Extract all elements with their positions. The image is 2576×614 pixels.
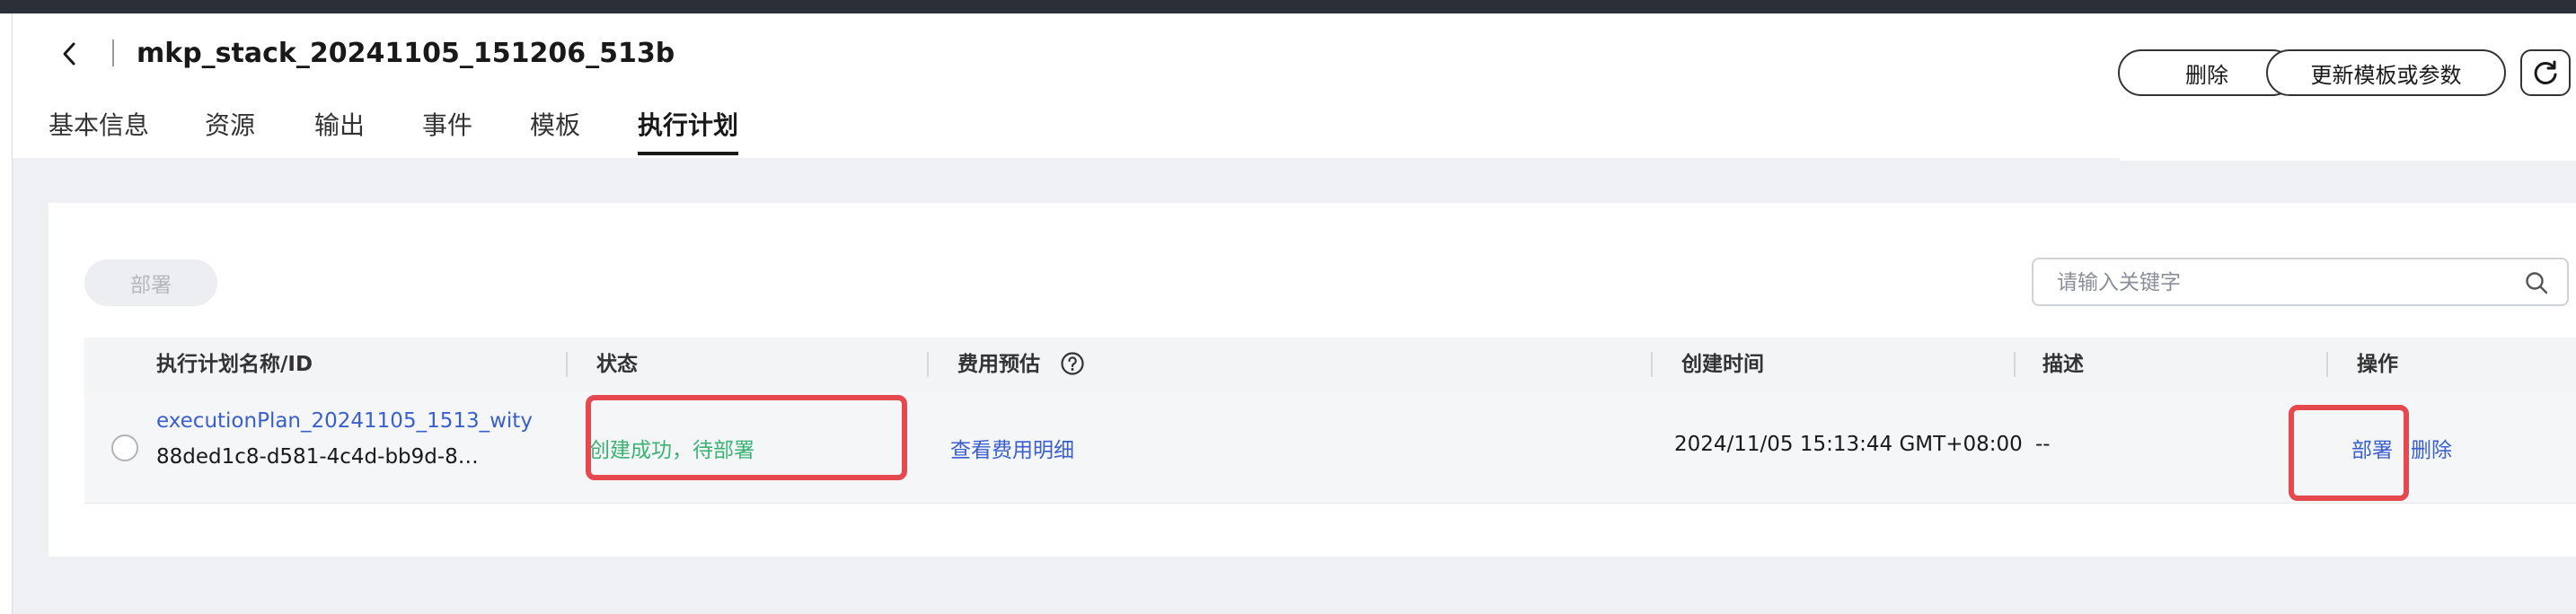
tab-events[interactable]: 事件 (422, 108, 472, 144)
header-edge (2120, 158, 2576, 161)
column-header-name: 执行计划名称/ID (156, 353, 313, 376)
deploy-button[interactable]: 部署 (84, 259, 217, 306)
column-divider (2014, 352, 2016, 377)
table-header: 执行计划名称/ID 状态 费用预估 创建时间 描述 操作 (84, 338, 2576, 391)
column-header-status: 状态 (596, 353, 638, 376)
tab-resources[interactable]: 资源 (205, 108, 255, 144)
back-button[interactable] (56, 36, 83, 72)
created-time: 2024/11/05 15:13:44 GMT+08:00 (1674, 433, 2023, 456)
column-header-actions: 操作 (2357, 353, 2398, 376)
column-header-description: 描述 (2042, 353, 2084, 376)
search-icon[interactable] (2524, 270, 2549, 295)
tab-template[interactable]: 模板 (530, 108, 580, 144)
deploy-highlight-box (2289, 405, 2409, 501)
tab-execution-plan[interactable]: 执行计划 (638, 108, 738, 144)
search-input[interactable] (2055, 259, 2508, 306)
row-delete-link[interactable]: 删除 (2411, 433, 2452, 463)
column-header-created: 创建时间 (1681, 353, 1764, 376)
view-cost-details-link[interactable]: 查看费用明细 (950, 433, 1074, 463)
tab-basic-info[interactable]: 基本信息 (49, 108, 149, 144)
help-icon[interactable] (1060, 351, 1085, 376)
row-select-radio[interactable] (111, 434, 138, 461)
search-box[interactable] (2032, 258, 2569, 306)
refresh-icon (2534, 60, 2557, 84)
update-template-button[interactable]: 更新模板或参数 (2266, 49, 2506, 96)
active-tab-indicator (638, 152, 738, 155)
description-value: -- (2035, 433, 2051, 456)
back-icon (63, 42, 75, 66)
tab-outputs[interactable]: 输出 (314, 108, 365, 144)
column-divider (927, 352, 929, 377)
page-title: mkp_stack_20241105_151206_513b (137, 38, 675, 69)
title-separator (112, 39, 114, 66)
column-divider (566, 352, 568, 377)
column-divider (1651, 352, 1653, 377)
plan-name-link[interactable]: executionPlan_20241105_1513_wity (156, 409, 533, 433)
refresh-button[interactable] (2520, 49, 2571, 96)
status-highlight-box (586, 395, 907, 480)
plan-id: 88ded1c8-d581-4c4d-bb9d-8… (156, 445, 479, 469)
column-header-cost: 费用预估 (957, 353, 1040, 376)
top-bar (0, 0, 2576, 13)
column-divider (2326, 352, 2328, 377)
